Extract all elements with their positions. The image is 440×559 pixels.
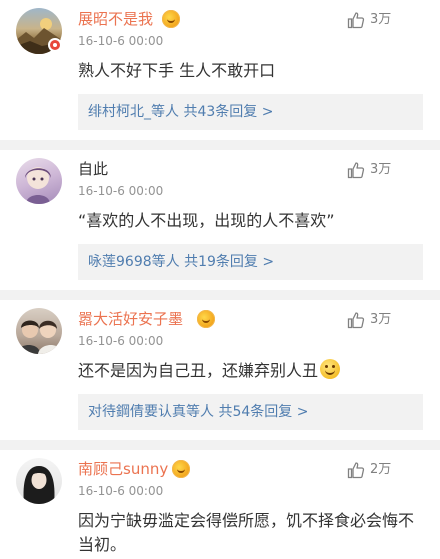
avatar[interactable]: [16, 308, 62, 354]
reply-count: 54: [232, 404, 251, 420]
timestamp: 16-10-6 00:00: [78, 484, 164, 498]
avatar-illustration: [25, 167, 51, 204]
comment-item: 南顾己sunny 16-10-6 00:00 2万 因为宁缺毋滥定会得偿所愿，饥…: [0, 450, 440, 559]
avatar-portrait: [23, 466, 55, 504]
comment-text: 还不是因为自己丑，还嫌弃别人丑: [78, 359, 423, 383]
like-count: 3万: [370, 312, 392, 327]
reply-count: 43: [197, 104, 216, 120]
timestamp: 16-10-6 00:00: [78, 34, 164, 48]
comment-item: 展昭不是我 16-10-6 00:00 3万 熟人不好下手 生人不敢开口 绯村柯…: [0, 0, 440, 140]
reply-summary-button[interactable]: 绯村柯北_等人 共43条回复 >: [78, 94, 423, 130]
avatar[interactable]: [16, 458, 62, 504]
reply-count: 19: [198, 254, 216, 270]
thumbs-up-icon[interactable]: [347, 161, 365, 179]
smile-emoji-icon: [320, 359, 341, 379]
comment-separator: [0, 440, 440, 450]
reply-summary-button[interactable]: 咏莲9698等人 共19条回复 >: [78, 244, 423, 280]
reply-suffix: 条回复 >: [215, 254, 275, 270]
reply-suffix: 条回复 >: [250, 404, 309, 420]
like-count: 3万: [370, 12, 392, 27]
level-badge-icon: [162, 10, 180, 28]
reply-summary-button[interactable]: 对待鋼倩要认真等人 共54条回复 >: [78, 394, 423, 430]
comment-separator: [0, 290, 440, 300]
reply-prefix: 绯村柯北_等人 共: [88, 104, 198, 120]
comment-item: 嚣大活好安子墨 16-10-6 00:00 3万 还不是因为自己丑，还嫌弃别人丑…: [0, 300, 440, 440]
reply-prefix: 对待鋼倩要认真等人 共: [88, 404, 233, 420]
timestamp: 16-10-6 00:00: [78, 184, 164, 198]
username-link[interactable]: 自此: [78, 159, 108, 179]
reply-prefix: 咏莲9698等人 共: [88, 254, 199, 270]
reply-suffix: 条回复 >: [215, 104, 274, 120]
like-count: 3万: [370, 162, 392, 177]
comment-text: 因为宁缺毋滥定会得偿所愿，饥不择食必会悔不当初。: [78, 511, 415, 554]
thumbs-up-icon[interactable]: [347, 11, 365, 29]
level-badge-icon: [172, 460, 190, 478]
thumbs-up-icon[interactable]: [347, 311, 365, 329]
username-link[interactable]: 展昭不是我: [78, 9, 153, 29]
username-link[interactable]: 南顾己sunny: [78, 459, 168, 479]
verified-badge-icon: [48, 38, 62, 52]
like-count: 2万: [370, 462, 392, 477]
username-link[interactable]: 嚣大活好安子墨: [78, 309, 183, 329]
comment-separator: [0, 140, 440, 150]
comment-text: 熟人不好下手 生人不敢开口: [78, 61, 276, 80]
comment-text: “喜欢的人不出现，出现的人不喜欢”: [78, 211, 335, 230]
avatar[interactable]: [16, 158, 62, 204]
level-badge-icon: [197, 310, 215, 328]
avatar-photo: [16, 320, 62, 354]
timestamp: 16-10-6 00:00: [78, 334, 164, 348]
comment-text-body: 还不是因为自己丑，还嫌弃别人丑: [78, 361, 319, 380]
thumbs-up-icon[interactable]: [347, 461, 365, 479]
comment-item: 自此 16-10-6 00:00 3万 “喜欢的人不出现，出现的人不喜欢” 咏莲…: [0, 150, 440, 290]
